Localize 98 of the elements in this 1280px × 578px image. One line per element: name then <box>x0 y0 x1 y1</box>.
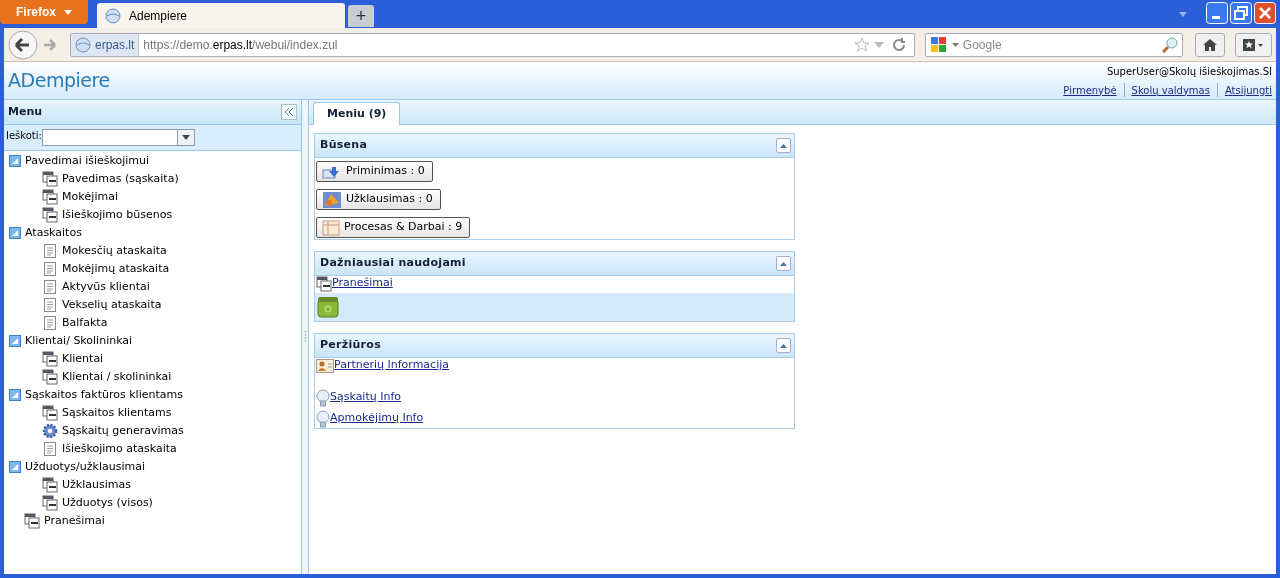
window-icon <box>42 405 58 421</box>
browser-tab[interactable]: Adempiere <box>97 3 345 28</box>
tree-item[interactable]: Pranešimai <box>4 512 301 530</box>
link[interactable]: Apmokėjimų Info <box>316 411 424 426</box>
gear-icon <box>42 423 58 439</box>
tree-item[interactable]: Vekselių ataskaita <box>4 296 301 314</box>
bookmarks-button[interactable] <box>1234 32 1272 57</box>
request-icon <box>322 190 342 209</box>
lightbulb-icon <box>316 409 330 428</box>
tree-item[interactable]: Užklausimas <box>4 476 301 494</box>
panel-title: Menu <box>8 103 43 120</box>
search-icon <box>1162 36 1178 53</box>
dropdown-arrow-icon <box>873 41 884 48</box>
reload-icon <box>891 37 906 52</box>
panel-title: Dažniausiai naudojami <box>320 255 466 272</box>
bookmark-star-icon <box>1242 37 1265 52</box>
tree-item[interactable]: Išieškojimo ataskaita <box>4 440 301 458</box>
document-icon <box>42 261 58 277</box>
tree-item[interactable]: Užduotys/užklausimai <box>4 458 301 476</box>
tree-item[interactable]: Mokėjimų ataskaita <box>4 260 301 278</box>
caret-up-icon <box>780 343 787 348</box>
header-link[interactable]: Pirmenybė <box>1063 82 1117 98</box>
panel-title: Būsena <box>320 137 368 154</box>
document-icon <box>42 279 58 295</box>
dropdown-arrow-icon <box>181 135 190 140</box>
search-field[interactable]: Google <box>924 32 1183 57</box>
tree-item[interactable]: Ataskaitos <box>4 224 301 242</box>
lightbulb-icon <box>316 388 330 407</box>
status-button[interactable]: Užklausimas : 0 <box>316 189 441 210</box>
user-label: SuperUser@Skolų išieškojimas.SI <box>1106 64 1272 79</box>
globe-icon <box>105 7 121 24</box>
status-button[interactable]: Priminimas : 0 <box>316 161 433 182</box>
url-text: https://demo.erpas.lt/webui/index.zul <box>143 36 338 54</box>
tree-item[interactable]: Klientai <box>4 350 301 368</box>
new-tab-button[interactable]: + <box>348 5 374 27</box>
link[interactable]: Sąskaitų Info <box>316 390 402 405</box>
address-bar[interactable]: erpas.lt https://demo.erpas.lt/webui/index.zul <box>70 32 915 57</box>
tree-item[interactable]: Mokėjimai <box>4 188 301 206</box>
trash-bin-icon <box>317 296 339 318</box>
back-icon <box>8 29 38 60</box>
window-icon <box>42 189 58 205</box>
table-icon <box>322 219 340 236</box>
tree-item[interactable]: Klientai/ Skolininkai <box>4 332 301 350</box>
status-button[interactable]: Procesas & Darbai : 9 <box>316 217 471 238</box>
tree-item[interactable]: Sąskaitų generavimas <box>4 422 301 440</box>
tree-item[interactable]: Užduotys (visos) <box>4 494 301 512</box>
window-icon <box>42 495 58 511</box>
header-link[interactable]: Atsijungti <box>1224 82 1272 98</box>
minimize-icon <box>1206 2 1228 24</box>
window-icon <box>24 513 40 529</box>
tree-item[interactable]: Išieškojimo būsenos <box>4 206 301 224</box>
document-icon <box>42 243 58 259</box>
tree-item[interactable]: Pavedimai išieškojimui <box>4 152 301 170</box>
tree-item[interactable]: Aktyvūs klientai <box>4 278 301 296</box>
window-icon <box>42 369 58 385</box>
forward-icon <box>42 36 58 53</box>
collapse-button[interactable] <box>776 256 791 271</box>
app-logo: ADempiere <box>8 68 110 94</box>
search-engine-icon <box>929 35 948 54</box>
link[interactable]: Partnerių Informacija <box>316 358 449 373</box>
list-tabs-icon <box>1179 11 1187 17</box>
document-icon <box>42 441 58 457</box>
collapse-button[interactable] <box>776 138 791 153</box>
tree-item[interactable]: Sąskaitos klientams <box>4 404 301 422</box>
header-link[interactable]: Skolų valdymas <box>1131 82 1210 98</box>
site-identity-label: erpas.lt <box>95 36 135 54</box>
home-button[interactable] <box>1195 32 1225 57</box>
search-label: Ieškoti: <box>6 129 42 143</box>
caret-up-icon <box>780 261 787 266</box>
tab[interactable]: Meniu (9) <box>313 102 401 125</box>
home-icon <box>1201 37 1218 52</box>
caret-up-icon <box>780 143 787 148</box>
double-chevron-left-icon <box>284 108 294 116</box>
tab-title: Adempiere <box>129 7 188 25</box>
splitter-handle-icon <box>303 330 307 344</box>
link[interactable]: Pranešimai <box>316 276 393 291</box>
window-icon <box>42 477 58 493</box>
tree-item[interactable]: Mokesčių ataskaita <box>4 242 301 260</box>
tree-item[interactable]: Klientai / skolininkai <box>4 368 301 386</box>
window-icon <box>42 207 58 223</box>
panel-title: Peržiūros <box>320 337 381 354</box>
star-icon <box>853 36 870 53</box>
window-icon <box>42 171 58 187</box>
search-combobox[interactable] <box>41 129 195 146</box>
contact-card-icon <box>316 358 334 373</box>
dropdown-arrow-icon <box>64 9 72 15</box>
collapse-button[interactable] <box>281 104 297 120</box>
restore-icon <box>1230 2 1252 24</box>
tree-item[interactable]: Sąskaitos faktūros klientams <box>4 386 301 404</box>
dropdown-arrow-icon <box>951 42 959 47</box>
collapse-button[interactable] <box>776 338 791 353</box>
globe-icon <box>75 36 91 53</box>
tree-item[interactable]: Balfakta <box>4 314 301 332</box>
window-icon <box>42 351 58 367</box>
document-icon <box>42 297 58 313</box>
tree-item[interactable]: Pavedimas (sąskaita) <box>4 170 301 188</box>
document-icon <box>42 315 58 331</box>
close-icon <box>1254 2 1276 24</box>
